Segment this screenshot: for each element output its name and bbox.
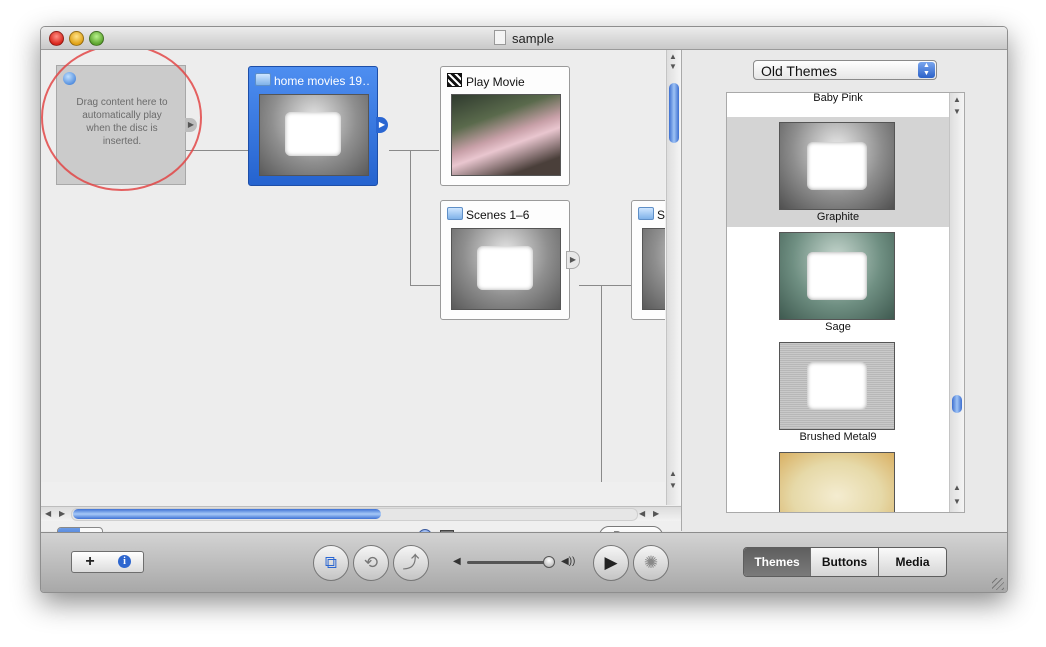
theme-thumbnail [779,232,895,320]
map-view-button[interactable]: ⧉ [313,545,349,581]
connector-line [410,285,440,286]
thumbnail-window [477,246,533,290]
theme-list-scrollbar[interactable]: ▲ ▼ ▲ ▼ [949,93,964,512]
theme-label: Baby Pink [813,92,863,104]
node-thumbnail [642,228,665,310]
map-view: Drag content here to automatically play … [41,50,682,546]
volume-low-icon: ◀ [453,556,461,567]
map-vertical-scrollbar[interactable]: ▲ ▼ ▲ ▼ [666,50,681,505]
chevron-updown-icon: ▲ ▼ [918,62,935,78]
theme-label: Graphite [816,211,860,223]
scroll-right-arrow-icon[interactable]: ▶ [59,509,65,518]
tab-media[interactable]: Media [879,548,946,576]
volume-high-icon: ◀)) [561,556,576,567]
movie-thumbnail [451,94,561,176]
connector-line [389,150,439,151]
node-title-row: Scenes 1–6 [447,207,563,223]
map-horizontal-scrollbar[interactable]: ◀ ▶ ◀ ▶ [41,506,681,521]
node-title: home movies 19… [274,74,371,88]
sitemap-icon: ⧉ [324,553,338,572]
theme-label: Sage [825,321,851,333]
window-title: sample [512,31,554,46]
theme-thumbnail [779,452,895,512]
node-title: Scenes 1–6 [466,208,530,222]
info-button[interactable]: i [107,551,144,573]
resize-grip-icon[interactable] [992,578,1004,590]
theme-item-brushed-metal[interactable]: Brushed Metal9 [727,337,949,447]
burn-button[interactable]: ✺ [633,545,669,581]
theme-list: Baby Pink Graphite Sage Brushed Metal9 ▲… [726,92,965,513]
scroll-thumb[interactable] [952,395,962,413]
menu-node-scenes[interactable]: Scenes 1–6 ▶ [440,200,580,320]
tab-buttons[interactable]: Buttons [811,548,879,576]
loop-icon: ⟲ [363,553,379,572]
volume-slider-knob[interactable] [543,556,555,568]
node-title: Sc [657,208,665,222]
theme-thumbnail [779,122,895,210]
tab-themes[interactable]: Themes [744,548,811,576]
burn-icon: ✺ [643,553,659,572]
movie-node-play-movie[interactable]: Play Movie [440,66,570,186]
connector-line [579,285,631,286]
connector-line [601,285,602,482]
loop-button[interactable]: ⟲ [353,545,389,581]
theme-item-baby-pink[interactable]: Baby Pink [727,92,949,108]
node-expand-arrow-icon[interactable]: ▶ [376,117,388,133]
scroll-down-arrow-icon[interactable]: ▼ [953,107,961,116]
volume-slider[interactable] [467,561,552,564]
info-icon: i [118,555,131,568]
theme-item-graphite[interactable]: Graphite [727,117,949,227]
scroll-up-arrow-icon[interactable]: ▲ [669,52,677,61]
play-button[interactable]: ▶ [593,545,629,581]
scroll-up-arrow-icon[interactable]: ▲ [953,95,961,104]
scroll-thumb[interactable] [669,83,679,143]
scroll-down-arrow-icon[interactable]: ▼ [953,497,961,506]
node-title-row: Play Movie [447,73,563,89]
motion-icon: ⤴ [402,553,420,572]
panel-tabs: Themes Buttons Media [743,547,947,577]
menu-node-home-movies[interactable]: home movies 19… ▶ [248,66,388,186]
scroll-right-arrow-icon[interactable]: ▶ [653,509,659,518]
app-window: sample Drag content here to automaticall… [40,26,1008,593]
theme-set-select[interactable]: Old Themes ▲ ▼ [753,60,937,80]
folder-icon [255,73,271,86]
motion-button[interactable]: ⤴ [393,545,429,581]
folder-icon [447,207,463,220]
thumbnail-window [807,252,867,300]
thumbnail-window [807,142,867,190]
node-title: Play Movie [466,75,525,89]
scroll-thumb[interactable] [73,509,381,519]
theme-item-sage[interactable]: Sage [727,227,949,337]
node-thumbnail [259,94,369,176]
scroll-up-arrow-icon[interactable]: ▲ [669,469,677,478]
bottom-toolbar: + i ⧉ ⟲ ⤴ ◀ ◀)) ▶ ✺ Themes Buttons Media [41,532,1007,592]
thumbnail-window [807,362,867,410]
scroll-down-arrow-icon[interactable]: ▼ [669,62,677,71]
window-title-group: sample [41,30,1007,46]
theme-panel: Old Themes ▲ ▼ Baby Pink Graphite Sage Br… [682,50,1007,531]
node-title-row: Sc [638,207,665,223]
connector-line [410,150,411,285]
theme-label: Brushed Metal9 [799,431,877,443]
scroll-left-arrow-icon[interactable]: ◀ [639,509,645,518]
theme-item-parchment[interactable] [727,447,949,512]
menu-node-scenes-next[interactable]: Sc [631,200,665,320]
folder-icon [638,207,654,220]
highlight-annotation-circle [41,50,202,191]
clapperboard-icon [447,73,462,87]
thumbnail-window [285,112,341,156]
title-bar: sample [41,27,1007,50]
document-icon [494,30,507,45]
map-canvas: Drag content here to automatically play … [41,50,665,482]
scroll-up-arrow-icon[interactable]: ▲ [953,483,961,492]
add-button[interactable]: + [71,551,109,573]
theme-thumbnail [779,342,895,430]
theme-set-value: Old Themes [761,63,837,79]
play-icon: ▶ [604,553,618,572]
node-expand-arrow-icon[interactable]: ▶ [566,251,580,269]
node-title-row: home movies 19… [255,73,371,89]
scroll-left-arrow-icon[interactable]: ◀ [45,509,51,518]
scroll-down-arrow-icon[interactable]: ▼ [669,481,677,490]
node-thumbnail [451,228,561,310]
